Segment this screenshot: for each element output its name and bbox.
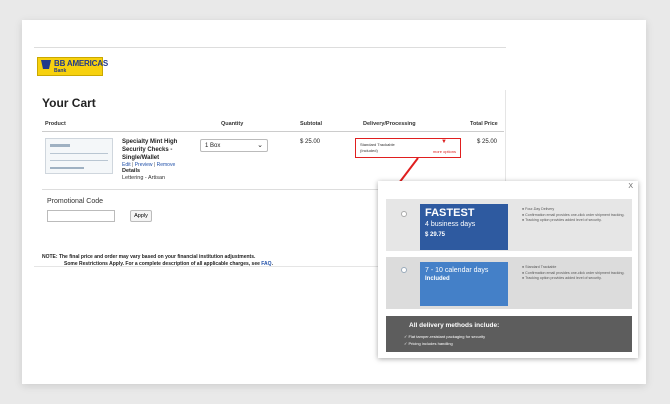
more-options-link[interactable]: more options [433,149,456,154]
header-subtotal: Subtotal [300,121,322,127]
product-thumbnail[interactable] [45,138,113,174]
marker-icon: ▼ [441,139,447,145]
close-icon[interactable]: X [628,183,633,190]
bank-name: BB AMERICAS [54,59,108,68]
delivery-select[interactable]: Standard Trackable (Included) ▼ more opt… [355,138,461,158]
header-product: Product [45,121,66,127]
bank-sub: Bank [54,68,67,74]
radio-standard[interactable] [401,267,407,273]
logo-mark-icon [41,60,51,69]
subtotal-value: $ 25.00 [300,139,321,145]
header-divider [42,131,504,132]
all-methods-heading: All delivery methods include: [409,322,500,329]
divider [34,47,506,48]
all-methods-item: ✓ Flat tamper-resistant packaging for se… [404,334,486,339]
option-title: FASTEST [425,207,475,219]
promo-label: Promotional Code [47,198,104,205]
delivery-option-fastest[interactable]: FASTEST 4 business days $ 29.75 Four-Day… [386,199,632,251]
details-value: Lettering - Artisan [122,175,166,181]
option-price: $ 29.75 [425,232,446,238]
all-methods-item: ✓ Pricing includes handling [404,341,453,346]
option-features: Standard Trackable Confirmation email pr… [522,265,628,282]
header-total: Total Price [470,121,498,127]
option-days: 4 business days [425,221,476,228]
apply-button[interactable]: Apply [130,210,152,222]
delivery-option-standard[interactable]: 7 - 10 calendar days Included Standard T… [386,257,632,309]
product-name: Specialty Mint High Security Checks - Si… [122,139,178,161]
radio-fastest[interactable] [401,211,407,217]
bank-logo[interactable]: BB AMERICAS Bank [37,57,108,76]
option-title: 7 - 10 calendar days [425,267,489,274]
option-price: Included [425,276,450,282]
chevron-down-icon: ⌄ [257,142,263,149]
page-title: Your Cart [42,96,96,110]
remove-link[interactable]: Remove [157,162,176,168]
promo-code-input[interactable] [47,210,115,222]
details-label: Details [122,168,141,174]
quantity-select[interactable]: 1 Box ⌄ [200,139,268,152]
delivery-note: (Included) [360,148,378,153]
delivery-options-popup: X FASTEST 4 business days $ 29.75 Four-D… [378,181,638,358]
header-quantity: Quantity [221,121,244,127]
total-value: $ 25.00 [477,139,498,145]
option-features: Four-Day Delivery Confirmation email pro… [522,207,628,224]
header-delivery: Delivery/Processing [363,121,416,127]
all-methods-box: All delivery methods include: ✓ Flat tam… [386,316,632,352]
